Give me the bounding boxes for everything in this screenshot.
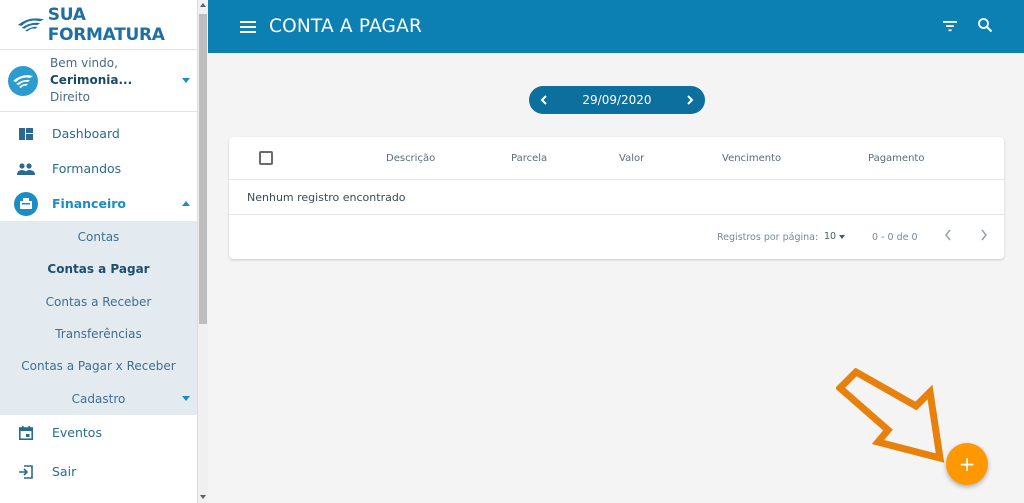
scroll-up-icon[interactable] bbox=[200, 3, 206, 7]
calendar-icon bbox=[0, 425, 52, 440]
greeting: Bem vindo, bbox=[50, 56, 118, 70]
filter-icon[interactable] bbox=[942, 19, 958, 33]
chevron-left-icon[interactable] bbox=[943, 228, 953, 242]
chevron-left-icon[interactable] bbox=[537, 93, 551, 107]
rows-per-page-select[interactable]: 10 bbox=[824, 231, 846, 242]
rows-per-page-label: Registros por página: bbox=[717, 232, 819, 243]
finance-icon bbox=[0, 191, 52, 216]
dashboard-icon bbox=[0, 127, 52, 140]
logout-icon bbox=[0, 464, 52, 479]
graduation-cap-icon bbox=[17, 17, 44, 32]
sidebar-item-dashboard[interactable]: Dashboard bbox=[0, 116, 197, 151]
logo-avatar-icon bbox=[13, 74, 33, 88]
current-date: 29/09/2020 bbox=[582, 93, 652, 107]
sidebar-item-eventos[interactable]: Eventos bbox=[0, 415, 197, 451]
submenu-item-label: Contas a Pagar x Receber bbox=[21, 359, 176, 374]
sidebar: SUA FORMATURA Bem vindo, Cerimonia... Di… bbox=[0, 0, 197, 503]
submenu-item-contas[interactable]: Contas bbox=[0, 221, 197, 253]
column-header-descricao[interactable]: Descrição bbox=[386, 153, 435, 164]
annotation-arrow-icon bbox=[836, 368, 945, 463]
select-all-checkbox[interactable] bbox=[259, 151, 273, 165]
submenu-item-label: Contas bbox=[77, 230, 120, 245]
avatar bbox=[8, 65, 38, 96]
submenu-item-label: Cadastro bbox=[71, 391, 126, 406]
empty-state-message: Nenhum registro encontrado bbox=[229, 180, 1004, 215]
column-header-vencimento[interactable]: Vencimento bbox=[722, 153, 781, 164]
user-profile[interactable]: Bem vindo, Cerimonia... Direito bbox=[0, 50, 197, 112]
chevron-up-icon[interactable] bbox=[182, 201, 190, 206]
page-title: CONTA A PAGAR bbox=[269, 16, 423, 37]
scroll-thumb[interactable] bbox=[199, 14, 207, 324]
search-icon[interactable] bbox=[977, 17, 993, 33]
sidebar-item-label: Financeiro bbox=[52, 196, 126, 211]
sidebar-item-label: Sair bbox=[52, 464, 77, 480]
rows-per-page-value: 10 bbox=[824, 231, 837, 242]
submenu-item-label: Contas a Receber bbox=[45, 294, 152, 309]
submenu-item-pagar-x-receber[interactable]: Contas a Pagar x Receber bbox=[0, 350, 197, 382]
sidebar-item-financeiro[interactable]: Financeiro bbox=[0, 186, 197, 221]
sidebar-item-label: Eventos bbox=[52, 425, 102, 441]
submenu-item-transferencias[interactable]: Transferências bbox=[0, 318, 197, 350]
hamburger-menu-icon[interactable] bbox=[240, 20, 256, 33]
financeiro-submenu: Contas Contas a Pagar Contas a Receber T… bbox=[0, 221, 197, 415]
brand-logo[interactable]: SUA FORMATURA bbox=[0, 0, 197, 50]
logo-text: SUA FORMATURA bbox=[47, 4, 165, 45]
sidebar-item-formandos[interactable]: Formandos bbox=[0, 151, 197, 186]
submenu-item-contas-a-pagar[interactable]: Contas a Pagar bbox=[0, 253, 197, 285]
table-pagination: Registros por página: 10 0 - 0 de 0 bbox=[229, 215, 1004, 258]
accounts-table: Descrição Parcela Valor Vencimento Pagam… bbox=[229, 137, 1004, 259]
submenu-item-contas-a-receber[interactable]: Contas a Receber bbox=[0, 286, 197, 318]
submenu-item-cadastro[interactable]: Cadastro bbox=[0, 382, 197, 414]
column-header-pagamento[interactable]: Pagamento bbox=[868, 153, 924, 164]
sidebar-scrollbar[interactable] bbox=[197, 0, 208, 503]
pagination-range: 0 - 0 de 0 bbox=[872, 232, 918, 243]
caret-down-icon bbox=[839, 234, 846, 239]
chevron-down-icon[interactable] bbox=[182, 78, 190, 83]
chevron-right-icon[interactable] bbox=[683, 93, 697, 107]
chevron-down-icon bbox=[182, 396, 190, 402]
user-name: Cerimonia... bbox=[50, 73, 133, 87]
chevron-right-icon[interactable] bbox=[979, 228, 989, 242]
sidebar-item-label: Formandos bbox=[52, 161, 122, 176]
people-icon bbox=[0, 162, 52, 175]
date-navigator: 29/09/2020 bbox=[529, 86, 705, 114]
user-info: Bem vindo, Cerimonia... Direito bbox=[50, 55, 197, 106]
user-course: Direito bbox=[50, 90, 91, 104]
sidebar-item-label: Dashboard bbox=[52, 126, 120, 141]
submenu-item-label: Transferências bbox=[55, 327, 142, 342]
submenu-item-label: Contas a Pagar bbox=[47, 262, 150, 277]
scroll-down-icon[interactable] bbox=[200, 495, 206, 499]
table-header: Descrição Parcela Valor Vencimento Pagam… bbox=[229, 137, 1004, 180]
column-header-valor[interactable]: Valor bbox=[619, 153, 644, 164]
column-header-parcela[interactable]: Parcela bbox=[511, 153, 547, 164]
add-button[interactable]: + bbox=[946, 443, 988, 485]
app-header: CONTA A PAGAR bbox=[208, 0, 1024, 53]
sidebar-item-sair[interactable]: Sair bbox=[0, 451, 197, 493]
